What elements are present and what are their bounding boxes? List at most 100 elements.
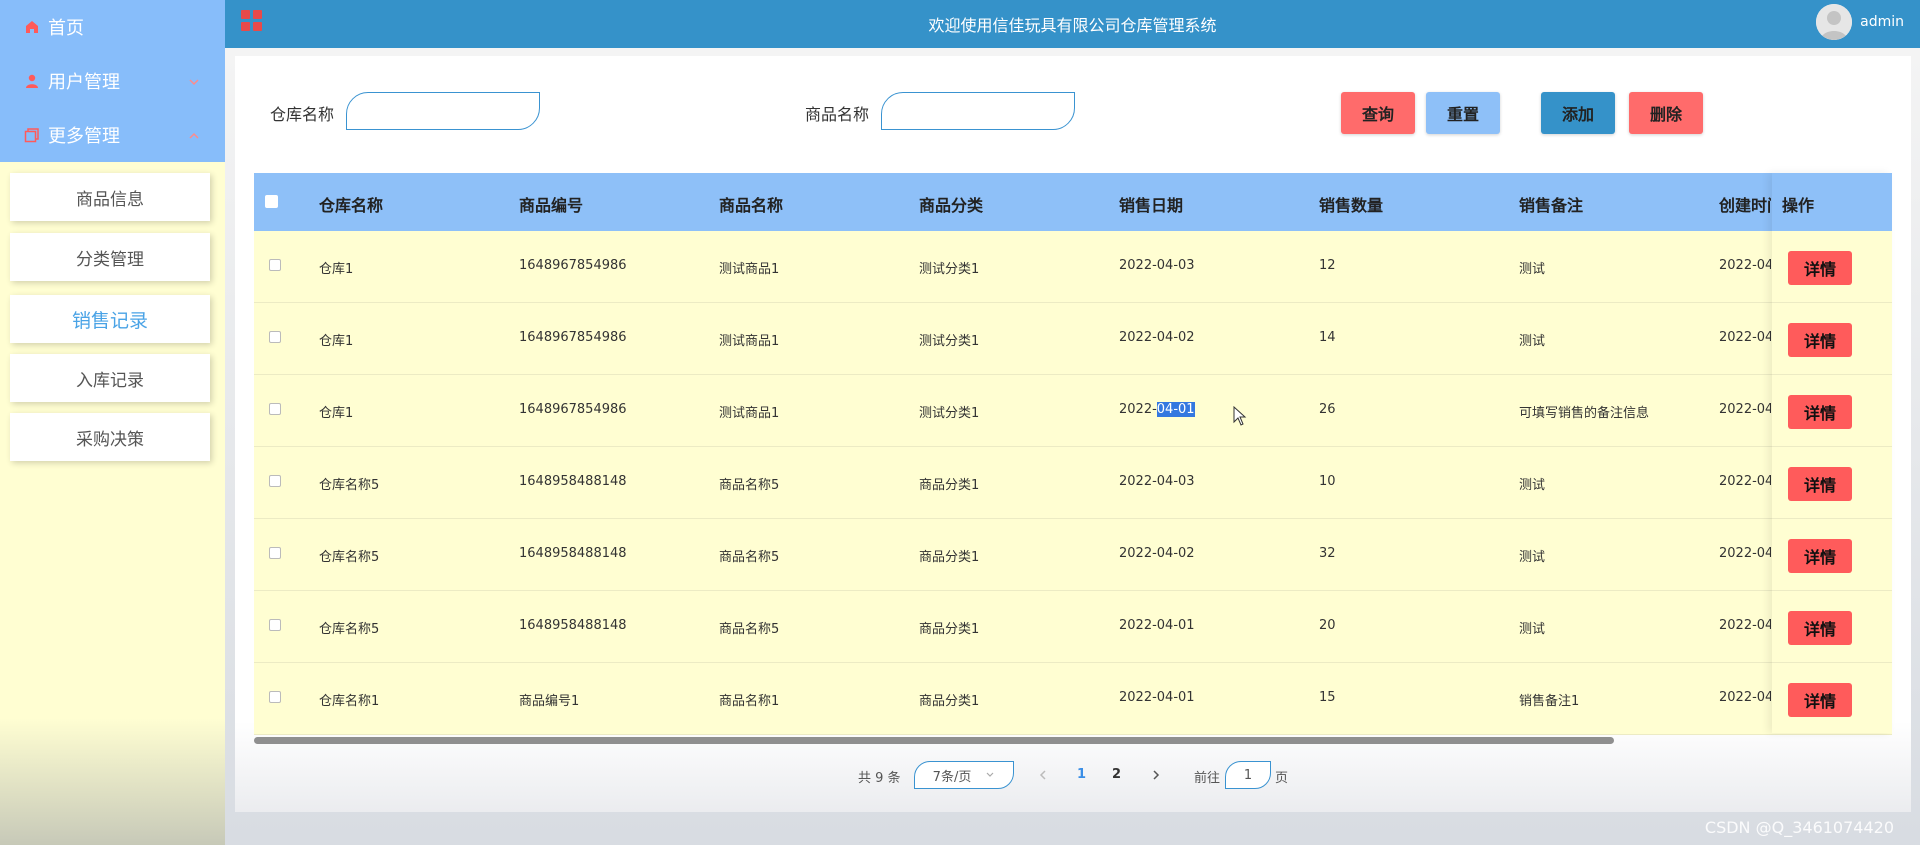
cell-date: 2022-04-03: [1119, 474, 1195, 489]
column-header[interactable]: 销售备注: [1519, 192, 1583, 216]
cell-note: 测试: [1519, 622, 1546, 637]
cell-name: 商品名称5: [719, 550, 780, 565]
delete-button[interactable]: 删除: [1629, 92, 1703, 134]
cell-qty: 20: [1319, 618, 1336, 633]
cell-category: 商品分类1: [919, 550, 980, 565]
reset-button[interactable]: 重置: [1426, 92, 1500, 134]
column-header[interactable]: 销售数量: [1319, 192, 1383, 216]
table-header: 仓库名称 商品编号 商品名称 商品分类 销售日期 销售数量 销售备注 创建时间 …: [254, 173, 1892, 231]
query-button[interactable]: 查询: [1341, 92, 1415, 134]
sidebar-subitem-inbound[interactable]: 入库记录: [10, 354, 210, 402]
cell-note: 可填写销售的备注信息: [1519, 406, 1650, 421]
cell-created: 2022-04: [1719, 618, 1771, 633]
column-header[interactable]: 商品分类: [919, 192, 983, 216]
detail-button[interactable]: 详情: [1788, 395, 1852, 429]
username[interactable]: admin: [1860, 14, 1904, 30]
row-checkbox[interactable]: [269, 547, 281, 559]
sidebar-item-users[interactable]: 用户管理: [0, 54, 225, 108]
table-row[interactable]: 仓库1 1648967854986 测试商品1 测试分类1 2022-04-01…: [254, 375, 1892, 447]
sidebar-subitem-products[interactable]: 商品信息: [10, 173, 210, 221]
cell-warehouse: 仓库名称5: [319, 550, 380, 565]
table-row[interactable]: 仓库名称1 商品编号1 商品名称1 商品分类1 2022-04-01 15 销售…: [254, 663, 1892, 735]
chevron-down-icon: [189, 79, 199, 86]
cell-code: 1648958488148: [519, 474, 627, 489]
cell-warehouse: 仓库名称5: [319, 478, 380, 493]
avatar-icon: [1816, 4, 1852, 40]
sidebar-item-home[interactable]: 首页: [0, 0, 225, 54]
row-checkbox[interactable]: [269, 403, 281, 415]
product-name-label: 商品名称: [805, 105, 870, 124]
cell-warehouse: 仓库1: [319, 334, 354, 349]
cell-code: 1648967854986: [519, 330, 627, 345]
column-header[interactable]: 销售日期: [1119, 192, 1183, 216]
copy-icon: [24, 128, 39, 143]
warehouse-name-label: 仓库名称: [270, 105, 335, 124]
cell-note: 测试: [1519, 262, 1546, 277]
page-2[interactable]: 2: [1112, 767, 1121, 782]
cell-name: 商品名称5: [719, 622, 780, 637]
cell-category: 商品分类1: [919, 622, 980, 637]
detail-button[interactable]: 详情: [1788, 323, 1852, 357]
warehouse-name-input[interactable]: [346, 92, 540, 130]
table-row[interactable]: 仓库1 1648967854986 测试商品1 测试分类1 2022-04-02…: [254, 303, 1892, 375]
detail-button[interactable]: 详情: [1788, 251, 1852, 285]
page-1[interactable]: 1: [1077, 767, 1086, 782]
prev-page-icon[interactable]: [1038, 769, 1048, 781]
sidebar-subitem-sales[interactable]: 销售记录: [10, 295, 210, 343]
sidebar-subitem-purchase[interactable]: 采购决策: [10, 413, 210, 461]
cell-date: 2022-04-02: [1119, 330, 1195, 345]
avatar[interactable]: [1816, 4, 1852, 40]
column-header[interactable]: 创建时间: [1719, 192, 1771, 216]
table-row[interactable]: 仓库1 1648967854986 测试商品1 测试分类1 2022-04-03…: [254, 231, 1892, 303]
next-page-icon[interactable]: [1151, 769, 1161, 781]
cell-note: 测试: [1519, 550, 1546, 565]
row-checkbox[interactable]: [269, 475, 281, 487]
cell-code: 1648967854986: [519, 402, 627, 417]
page-size-select[interactable]: 7条/页: [914, 761, 1014, 789]
column-header[interactable]: 商品名称: [719, 192, 783, 216]
sidebar: 首页 用户管理 更多管理 商品信息 分类管理 销售记录 入库记录 采购决策: [0, 0, 225, 845]
cell-date: 2022-04-01: [1119, 618, 1195, 633]
cell-warehouse: 仓库1: [319, 406, 354, 421]
selected-text: 04-01: [1156, 402, 1195, 417]
user-icon: [26, 74, 38, 88]
goto-page-input[interactable]: 1: [1225, 761, 1271, 789]
column-header[interactable]: 商品编号: [519, 192, 583, 216]
cell-qty: 32: [1319, 546, 1336, 561]
pagination-total: 共 9 条: [858, 771, 901, 786]
cell-code: 1648958488148: [519, 546, 627, 561]
product-name-input[interactable]: [881, 92, 1075, 130]
horizontal-scrollbar[interactable]: [254, 737, 1614, 744]
row-checkbox[interactable]: [269, 619, 281, 631]
cell-qty: 10: [1319, 474, 1336, 489]
row-checkbox[interactable]: [269, 331, 281, 343]
sidebar-item-label: 用户管理: [48, 72, 120, 93]
cell-created: 2022-04: [1719, 258, 1771, 273]
cell-category: 测试分类1: [919, 334, 980, 349]
add-button[interactable]: 添加: [1541, 92, 1615, 134]
sidebar-subitem-categories[interactable]: 分类管理: [10, 233, 210, 281]
sidebar-item-more[interactable]: 更多管理: [0, 108, 225, 162]
sidebar-item-label: 更多管理: [48, 126, 120, 147]
column-header[interactable]: 仓库名称: [319, 192, 383, 216]
cell-name: 测试商品1: [719, 406, 780, 421]
select-all-checkbox[interactable]: [265, 195, 278, 208]
cell-created: 2022-04: [1719, 474, 1771, 489]
cell-code: 1648958488148: [519, 618, 627, 633]
cell-date: 2022-04-03: [1119, 258, 1195, 273]
detail-button[interactable]: 详情: [1788, 539, 1852, 573]
mouse-pointer-icon: [1233, 406, 1247, 426]
table-row[interactable]: 仓库名称5 1648958488148 商品名称5 商品分类1 2022-04-…: [254, 519, 1892, 591]
table-row[interactable]: 仓库名称5 1648958488148 商品名称5 商品分类1 2022-04-…: [254, 447, 1892, 519]
table-row[interactable]: 仓库名称5 1648958488148 商品名称5 商品分类1 2022-04-…: [254, 591, 1892, 663]
cell-date: 2022-04-01: [1119, 402, 1195, 417]
cell-created: 2022-04: [1719, 546, 1771, 561]
detail-button[interactable]: 详情: [1788, 611, 1852, 645]
goto-suffix: 页: [1275, 771, 1289, 786]
detail-button[interactable]: 详情: [1788, 467, 1852, 501]
row-checkbox[interactable]: [269, 259, 281, 271]
cell-name: 测试商品1: [719, 262, 780, 277]
detail-button[interactable]: 详情: [1788, 683, 1852, 717]
cell-created: 2022-04: [1719, 402, 1771, 417]
row-checkbox[interactable]: [269, 691, 281, 703]
